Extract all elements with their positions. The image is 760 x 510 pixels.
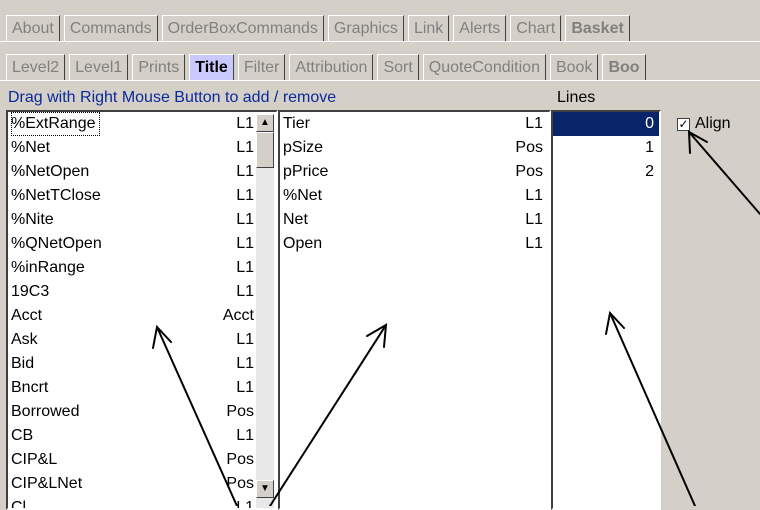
annotation-arrows: [152, 130, 760, 506]
arrow-to-lines-list: [605, 310, 696, 506]
arrow-to-align-checkbox: [687, 130, 760, 215]
arrow-to-available-list: [152, 324, 238, 506]
arrow-to-selected-list: [269, 323, 388, 506]
